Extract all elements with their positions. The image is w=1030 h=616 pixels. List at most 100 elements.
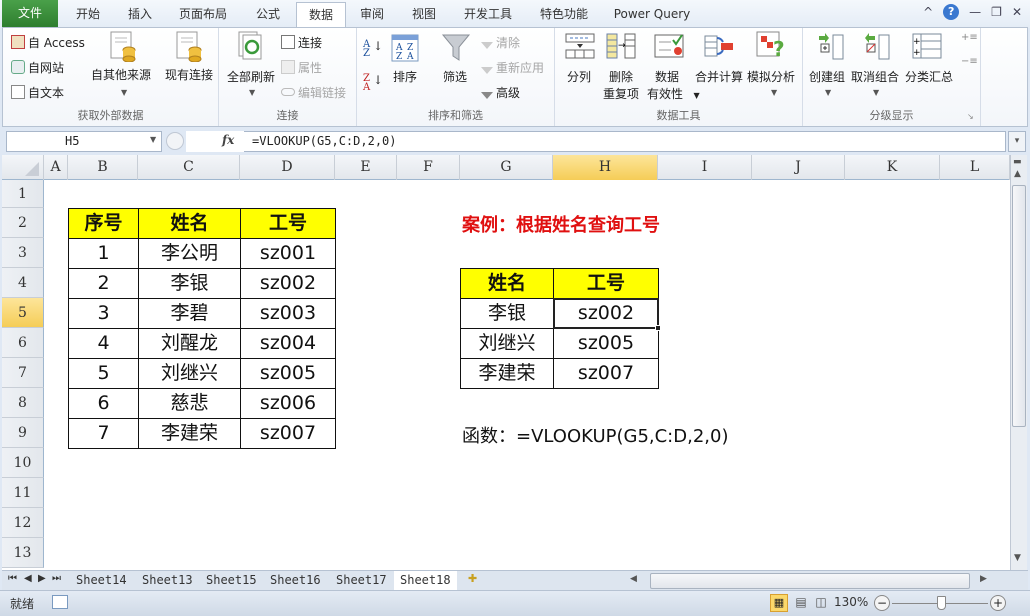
restore-icon[interactable]: ❐ [991, 5, 1002, 19]
lookup-table-cell[interactable]: sz005 [553, 328, 659, 359]
lookup-table-cell[interactable]: 刘继兴 [460, 328, 554, 359]
zoom-level[interactable]: 130% [834, 595, 868, 609]
source-table-header-cell[interactable]: 工号 [240, 208, 336, 239]
column-header-k[interactable]: K [845, 155, 940, 180]
subtotal-button[interactable]: 分类汇总 [905, 68, 953, 85]
row-header-11[interactable]: 11 [2, 478, 44, 508]
row-header-7[interactable]: 7 [2, 358, 44, 388]
lookup-table-cell[interactable]: sz002 [553, 298, 659, 329]
tab-page-layout[interactable]: 页面布局 [168, 2, 238, 28]
lookup-table-header-cell[interactable]: 姓名 [460, 268, 554, 299]
tab-special-features[interactable]: 特色功能 [530, 2, 598, 28]
source-table-cell[interactable]: 2 [68, 268, 139, 299]
what-if-analysis-button[interactable]: 模拟分析 [747, 68, 795, 85]
column-header-i[interactable]: I [658, 155, 752, 180]
source-table-cell[interactable]: 7 [68, 418, 139, 449]
filter-button[interactable]: 筛选 [443, 68, 467, 85]
advanced-filter-button[interactable]: 高级 [481, 84, 520, 101]
minimize-icon[interactable]: — [969, 5, 981, 19]
sort-descending-button[interactable]: Z A ↓ [363, 74, 383, 93]
from-other-sources-button[interactable]: 自其他来源 [91, 66, 151, 83]
sheet-tab-sheet13[interactable]: Sheet13 [136, 571, 199, 590]
column-header-d[interactable]: D [240, 155, 335, 180]
existing-connections-button[interactable]: 现有连接 [165, 66, 213, 83]
help-icon[interactable]: ? [943, 4, 960, 20]
column-header-g[interactable]: G [460, 155, 553, 180]
row-header-13[interactable]: 13 [2, 538, 44, 568]
source-table-cell[interactable]: 刘继兴 [138, 358, 241, 389]
source-table-cell[interactable]: 李银 [138, 268, 241, 299]
sort-ascending-button[interactable]: A Z ↓ [363, 40, 383, 59]
reapply-button[interactable]: 重新应用 [481, 59, 544, 76]
from-access-button[interactable]: 自 Access [11, 34, 85, 51]
column-header-f[interactable]: F [397, 155, 460, 180]
name-box[interactable]: H5 [6, 131, 162, 152]
source-table-cell[interactable]: 李碧 [138, 298, 241, 329]
row-header-6[interactable]: 6 [2, 328, 44, 358]
column-header-j[interactable]: J [752, 155, 845, 180]
tab-review[interactable]: 审阅 [348, 2, 396, 28]
column-header-e[interactable]: E [335, 155, 397, 180]
hide-detail-icon[interactable]: −≡ [961, 56, 978, 67]
row-header-5[interactable]: 5 [2, 298, 44, 328]
normal-view-icon[interactable]: ▦ [770, 594, 788, 612]
lookup-table-cell[interactable]: 李银 [460, 298, 554, 329]
tab-formulas[interactable]: 公式 [242, 2, 294, 28]
fill-handle[interactable] [655, 325, 661, 331]
source-table-cell[interactable]: 李建荣 [138, 418, 241, 449]
consolidate-button[interactable]: 合并计算 [695, 68, 743, 85]
chevron-down-icon[interactable]: ▼ [150, 135, 156, 144]
scroll-down-icon[interactable]: ▼ [1014, 553, 1021, 563]
connections-button[interactable]: 连接 [281, 34, 322, 51]
source-table-cell[interactable]: 6 [68, 388, 139, 419]
scroll-left-icon[interactable]: ◀ [630, 574, 637, 584]
tab-view[interactable]: 视图 [400, 2, 448, 28]
spreadsheet-grid[interactable]: ABCDEFGHIJKL 1 2 3 4 5 6 7 8 9 10 11 12 13 序号 姓名 工号 1 李公… [2, 155, 1010, 570]
next-sheet-icon[interactable]: ▶ [38, 573, 46, 584]
scroll-up-icon[interactable]: ▲ [1014, 169, 1021, 179]
group-button[interactable]: 创建组 [809, 68, 845, 85]
tab-home[interactable]: 开始 [62, 2, 114, 28]
clear-button[interactable]: 清除 [481, 34, 520, 51]
tab-insert[interactable]: 插入 [116, 2, 164, 28]
prev-sheet-icon[interactable]: ◀ [24, 573, 32, 584]
source-table-cell[interactable]: sz004 [240, 328, 336, 359]
sheet-tab-sheet15[interactable]: Sheet15 [200, 571, 263, 590]
vertical-scrollbar[interactable]: ▬ ▲ ▼ [1010, 155, 1027, 570]
source-table-cell[interactable]: 3 [68, 298, 139, 329]
sheet-tab-sheet16[interactable]: Sheet16 [264, 571, 327, 590]
row-header-12[interactable]: 12 [2, 508, 44, 538]
vertical-scroll-thumb[interactable] [1012, 185, 1026, 427]
tab-file[interactable]: 文件 [2, 0, 58, 28]
insert-function-icon[interactable]: fx [222, 133, 234, 147]
source-table-cell[interactable]: 1 [68, 238, 139, 269]
insert-sheet-icon[interactable]: ✚ [468, 572, 477, 585]
page-layout-view-icon[interactable]: ▤ [792, 594, 810, 612]
refresh-all-button[interactable]: 全部刷新 [227, 68, 275, 85]
edit-links-button[interactable]: 编辑链接 [281, 84, 346, 101]
lookup-table-header-cell[interactable]: 工号 [553, 268, 659, 299]
formula-bar-grip[interactable] [166, 132, 184, 150]
lookup-table-cell[interactable]: 李建荣 [460, 358, 554, 389]
row-header-8[interactable]: 8 [2, 388, 44, 418]
horizontal-scrollbar[interactable]: ◀ ▶ [622, 573, 1002, 589]
column-header-a[interactable]: A [44, 155, 68, 180]
source-table-cell[interactable]: 5 [68, 358, 139, 389]
source-table-cell[interactable]: sz005 [240, 358, 336, 389]
row-header-9[interactable]: 9 [2, 418, 44, 448]
ungroup-button[interactable]: 取消组合 [851, 68, 899, 85]
zoom-in-button[interactable]: + [990, 595, 1006, 611]
sheet-tab-sheet17[interactable]: Sheet17 [330, 571, 393, 590]
zoom-slider-thumb[interactable] [937, 596, 946, 610]
tab-power-query[interactable]: Power Query [608, 2, 696, 28]
collapse-ribbon-icon[interactable]: ^ [923, 5, 933, 19]
from-text-button[interactable]: 自文本 [11, 84, 64, 101]
macro-record-icon[interactable] [52, 595, 68, 609]
source-table-cell[interactable]: sz003 [240, 298, 336, 329]
last-sheet-icon[interactable]: ⏭ [52, 573, 61, 584]
page-break-view-icon[interactable]: ◫ [812, 594, 830, 612]
split-handle-icon[interactable]: ▬ [1013, 157, 1022, 167]
zoom-out-button[interactable]: − [874, 595, 890, 611]
properties-button[interactable]: 属性 [281, 59, 322, 76]
formula-input[interactable]: =VLOOKUP(G5,C:D,2,0) [244, 131, 1006, 152]
